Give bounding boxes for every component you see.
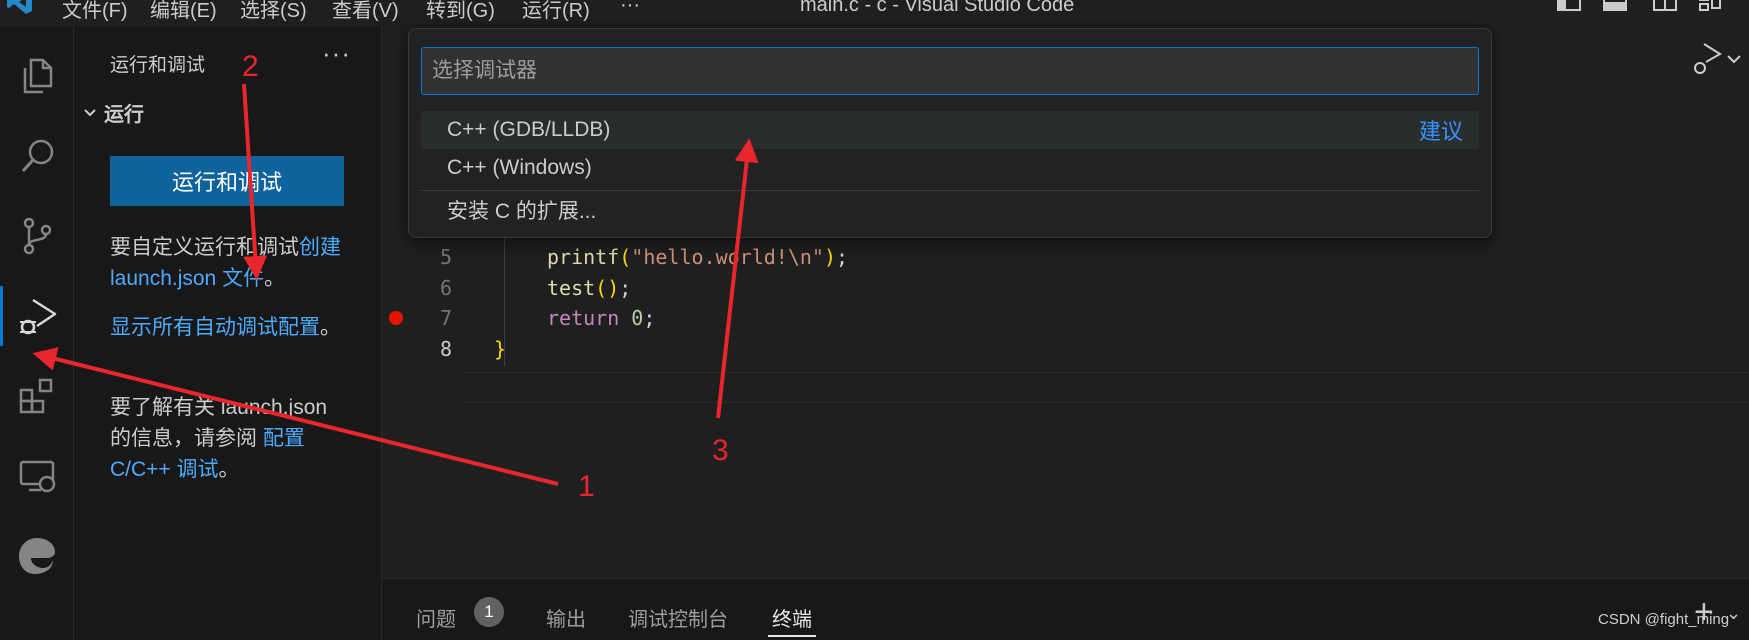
customize-layout-icon[interactable] bbox=[1698, 0, 1724, 14]
show-configs-hint: 显示所有自动调试配置。 bbox=[110, 316, 341, 339]
source-control-button[interactable] bbox=[0, 196, 74, 276]
extensions-icon bbox=[19, 378, 53, 414]
extensions-button[interactable] bbox=[0, 356, 74, 436]
edge-tools-button[interactable] bbox=[0, 516, 74, 596]
menu-file[interactable]: 文件(F) bbox=[62, 0, 128, 23]
line-number: 7 bbox=[439, 306, 452, 330]
active-tab-indicator bbox=[768, 635, 816, 637]
run-section-header[interactable]: 运行 bbox=[82, 98, 144, 127]
customize-hint: 要自定义运行和调试创建 launch.json 文件。 bbox=[110, 236, 341, 290]
title-bar: 文件(F) 编辑(E) 选择(S) 查看(V) 转到(G) 运行(R) ··· … bbox=[0, 0, 1749, 26]
select-debugger-quick-pick: C++ (GDB/LLDB) 建议 C++ (Windows) 安装 C 的扩展… bbox=[408, 28, 1492, 238]
run-and-debug-button[interactable]: 运行和调试 bbox=[110, 156, 344, 206]
tab-output[interactable]: 输出 bbox=[546, 603, 586, 632]
annotation-label-2: 2 bbox=[242, 50, 259, 83]
sidebar-title: 运行和调试 bbox=[110, 55, 206, 76]
line-number: 6 bbox=[439, 276, 452, 300]
remote-explorer-button[interactable] bbox=[0, 436, 74, 516]
menu-selection[interactable]: 选择(S) bbox=[240, 0, 307, 23]
watermark: CSDN @fight_ming bbox=[1598, 611, 1730, 628]
more-actions-icon[interactable]: ··· bbox=[322, 38, 351, 69]
files-icon bbox=[23, 58, 53, 94]
toggle-panel-icon[interactable] bbox=[1602, 0, 1628, 14]
tab-terminal[interactable]: 终端 bbox=[772, 603, 812, 632]
run-debug-button[interactable] bbox=[0, 276, 74, 356]
bottom-panel: 问题 1 输出 调试控制台 终端 + ⌄ bbox=[382, 578, 1749, 640]
toggle-sidebar-icon[interactable] bbox=[1556, 0, 1582, 14]
debugger-option[interactable]: C++ (Windows) bbox=[421, 149, 1479, 187]
debugger-search-input[interactable] bbox=[421, 47, 1479, 95]
tab-problems[interactable]: 问题 bbox=[416, 603, 456, 632]
source-control-icon bbox=[23, 217, 52, 255]
vscode-logo-icon bbox=[7, 0, 32, 14]
code-line-7[interactable]: return 0; bbox=[547, 306, 655, 330]
menu-go[interactable]: 转到(G) bbox=[426, 0, 495, 23]
edge-icon bbox=[19, 538, 55, 574]
search-button[interactable] bbox=[0, 116, 74, 196]
menu-run[interactable]: 运行(R) bbox=[522, 0, 590, 23]
chevron-down-icon bbox=[84, 108, 96, 116]
code-line-6[interactable]: test(); bbox=[547, 276, 631, 300]
learn-more-hint: 要了解有关 launch.json 的信息，请参阅 配置 C/C++ 调试。 bbox=[110, 396, 328, 481]
search-icon bbox=[21, 139, 54, 173]
remote-explorer-icon bbox=[19, 460, 56, 493]
tab-debug-console[interactable]: 调试控制台 bbox=[628, 603, 728, 632]
toggle-secondary-sidebar-icon[interactable] bbox=[1652, 0, 1678, 14]
code-line-8[interactable]: } bbox=[494, 337, 506, 361]
current-line-highlight bbox=[464, 372, 1749, 403]
run-debug-dropdown-icon[interactable] bbox=[1684, 40, 1744, 80]
menu-view[interactable]: 查看(V) bbox=[332, 0, 399, 23]
problem-count-badge: 1 bbox=[474, 597, 504, 627]
debugger-option[interactable]: C++ (GDB/LLDB) 建议 bbox=[421, 111, 1479, 149]
code-line-5[interactable]: printf("hello.world!\n"); bbox=[547, 245, 848, 269]
breakpoint-icon[interactable] bbox=[389, 311, 403, 325]
run-debug-sidebar: 运行和调试 ··· 运行 运行和调试 要自定义运行和调试创建 launch.js… bbox=[74, 26, 382, 640]
annotation-label-3: 3 bbox=[712, 434, 729, 467]
show-all-auto-configs-link[interactable]: 显示所有自动调试配置 bbox=[110, 316, 320, 339]
line-number: 8 bbox=[439, 337, 452, 361]
annotation-label-1: 1 bbox=[578, 470, 595, 503]
run-section-label: 运行 bbox=[104, 104, 144, 126]
explorer-button[interactable] bbox=[0, 36, 74, 116]
window-title: main.c - c - Visual Studio Code bbox=[800, 0, 1075, 16]
run-debug-icon bbox=[20, 298, 57, 335]
recommended-badge: 建议 bbox=[1418, 119, 1463, 144]
menu-edit[interactable]: 编辑(E) bbox=[150, 0, 217, 23]
menu-more[interactable]: ··· bbox=[620, 0, 640, 17]
install-extension-option[interactable]: 安装 C 的扩展... bbox=[421, 191, 1479, 229]
activity-bar bbox=[0, 26, 74, 640]
line-number: 5 bbox=[439, 245, 452, 269]
